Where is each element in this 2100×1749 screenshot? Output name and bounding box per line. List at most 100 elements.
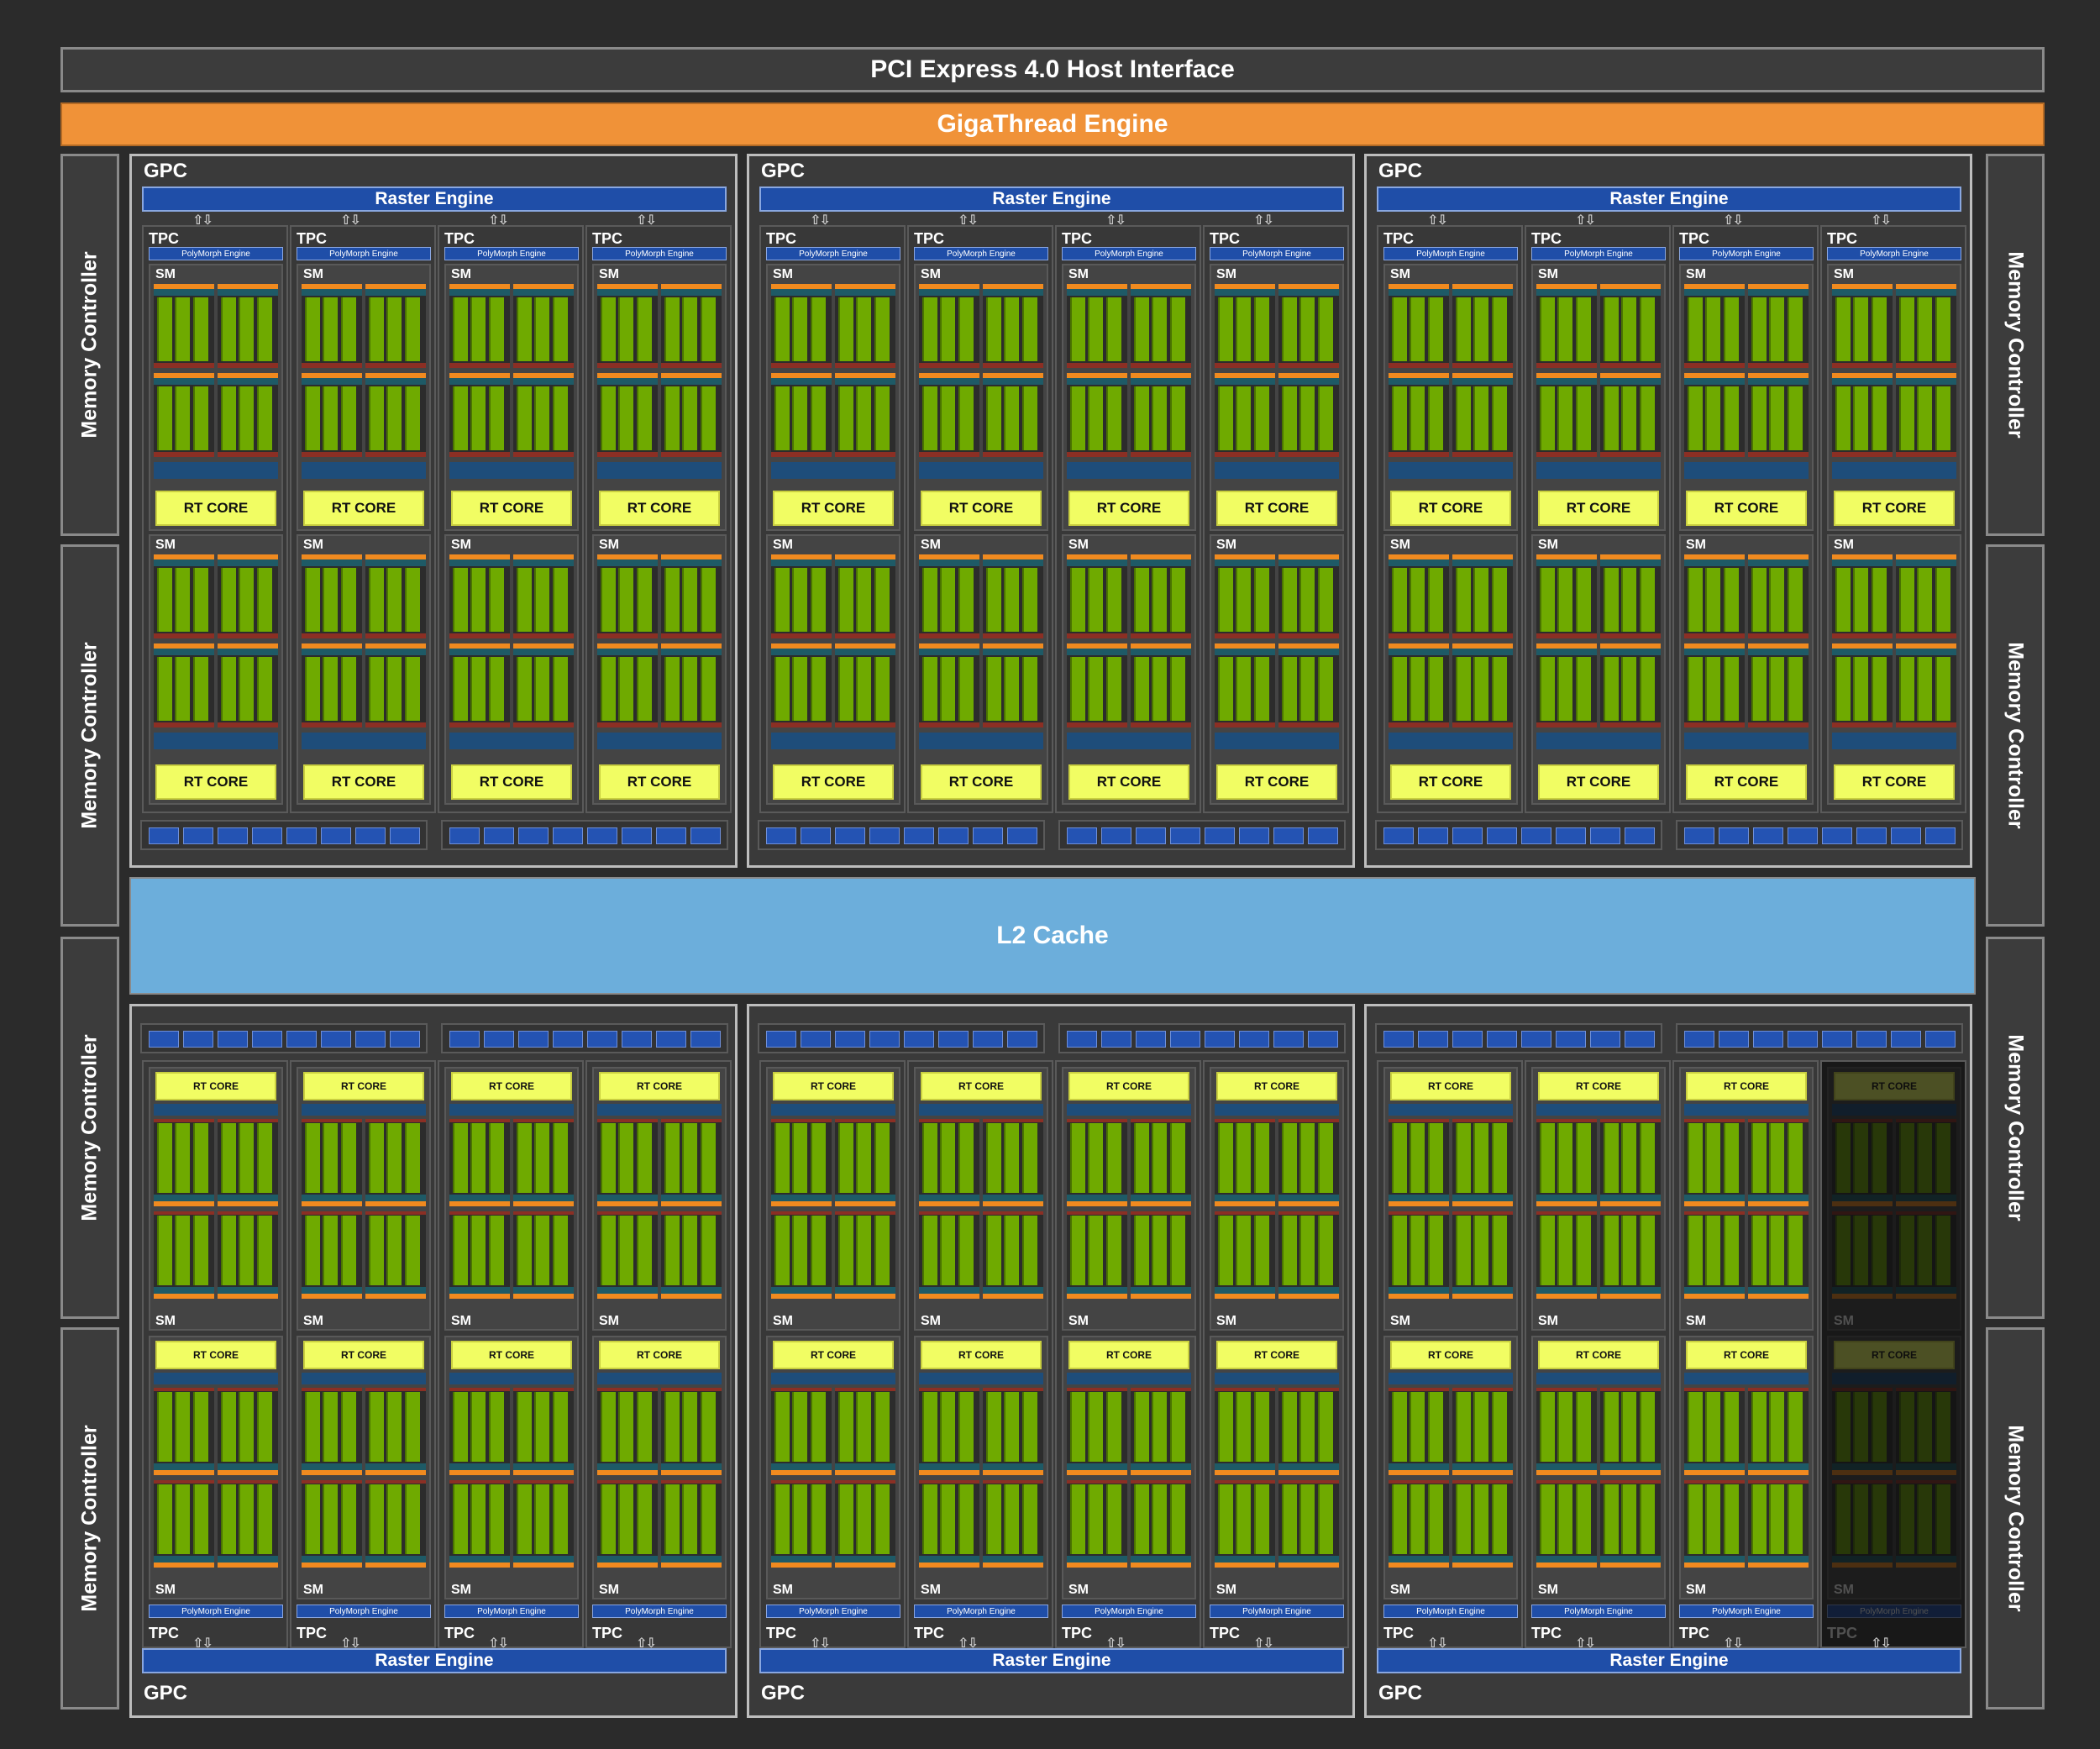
- processing-block-cuda-core: [700, 1123, 716, 1193]
- sm-label: SM: [155, 1314, 176, 1328]
- texture-units: [154, 1104, 278, 1116]
- processing-block-cuda-core: [792, 657, 808, 721]
- processing-block-strip: [1278, 559, 1339, 566]
- processing-block-cuda-core: [1004, 1216, 1020, 1285]
- processing-block-cuda-core: [986, 386, 1001, 450]
- processing-block: [1215, 554, 1275, 638]
- processing-block: [1452, 643, 1513, 727]
- rt-core: RT CORE: [155, 491, 276, 526]
- texture-units: [449, 462, 574, 479]
- processing-block-cuda-core: [618, 568, 634, 632]
- processing-block: [449, 554, 510, 638]
- rop-unit: [286, 1031, 317, 1048]
- processing-block-strip: [218, 378, 278, 385]
- texture-units: [302, 1373, 426, 1384]
- rop-unit: [1753, 827, 1783, 844]
- processing-block-strip: [835, 1195, 895, 1201]
- processing-block-strip: [1452, 1294, 1513, 1299]
- processing-block-cuda-core: [1152, 1216, 1168, 1285]
- rt-core: RT CORE: [451, 1341, 572, 1369]
- rop-unit: [518, 1031, 549, 1048]
- processing-block-cuda-core: [1134, 568, 1149, 632]
- processing-block: [835, 1119, 895, 1206]
- processing-block-strip: [1536, 1195, 1597, 1201]
- processing-block-cuda-core: [1751, 657, 1767, 721]
- processing-block-cuda-core: [1070, 657, 1085, 721]
- processing-block-cuda-core: [838, 386, 853, 450]
- processing-block-strip: [597, 1287, 658, 1294]
- rop-unit: [766, 827, 796, 844]
- processing-block-strip: [1748, 1119, 1809, 1122]
- sm: SM RT CORE: [1383, 534, 1518, 805]
- processing-block: [154, 1119, 214, 1206]
- rop-unit: [1788, 1031, 1818, 1048]
- tpc-label: TPC: [592, 230, 622, 247]
- processing-block: [513, 643, 574, 727]
- processing-block-cuda-core: [792, 568, 808, 632]
- tpc-label: TPC: [1531, 1625, 1562, 1641]
- processing-block-cuda-core: [1899, 386, 1914, 450]
- processing-block-strip: [1684, 1211, 1745, 1215]
- processing-block-cuda-core: [1705, 1484, 1721, 1554]
- processing-block-strip: [1215, 1388, 1275, 1391]
- processing-block-strip: [835, 1119, 895, 1122]
- processing-block-strip: [1536, 1470, 1597, 1475]
- processing-block-cuda-core: [1134, 657, 1149, 721]
- processing-block-strip: [1131, 1563, 1191, 1568]
- tpc-label: TPC: [1062, 230, 1092, 247]
- processing-block-strip: [597, 378, 658, 385]
- processing-block-cuda-core: [940, 1484, 956, 1554]
- processing-block-cuda-core: [305, 1484, 320, 1554]
- rop-unit: [1452, 827, 1483, 844]
- processing-block-strip: [302, 1388, 362, 1391]
- processing-block-cuda-core: [1575, 386, 1591, 450]
- processing-block-strip: [1452, 452, 1513, 457]
- processing-block-strip: [449, 1294, 510, 1299]
- processing-block-cuda-core: [1253, 568, 1269, 632]
- tpc: RT CORESMRT CORESMPolyMorph EngineTPC: [290, 1060, 436, 1648]
- processing-block-strip: [597, 452, 658, 457]
- processing-block-strip: [1131, 1556, 1191, 1563]
- processing-block-cuda-core: [682, 1216, 698, 1285]
- sm-label: SM: [1068, 1583, 1089, 1597]
- rop-unit: [1822, 827, 1852, 844]
- processing-block-cuda-core: [1621, 1484, 1637, 1554]
- processing-block-cuda-core: [1575, 1392, 1591, 1462]
- rop-unit: [449, 1031, 480, 1048]
- processing-block-cuda-core: [1557, 1484, 1573, 1554]
- processing-block-cuda-core: [239, 1123, 255, 1193]
- processing-block-cuda-core: [534, 568, 550, 632]
- processing-block-cuda-core: [922, 1392, 937, 1462]
- processing-block-cuda-core: [1473, 1216, 1489, 1285]
- rop-unit: [183, 1031, 213, 1048]
- polymorph-engine: PolyMorph Engine: [592, 1605, 727, 1618]
- processing-block-cuda-core: [386, 657, 402, 721]
- processing-block-cuda-core: [958, 1123, 974, 1193]
- processing-block-cuda-core: [1427, 568, 1443, 632]
- processing-block-cuda-core: [517, 1392, 532, 1462]
- processing-block-cuda-core: [1317, 1123, 1333, 1193]
- processing-block-cuda-core: [1410, 1216, 1425, 1285]
- processing-block-cuda-core: [1604, 1392, 1619, 1462]
- rop-unit: [622, 827, 652, 844]
- processing-block-cuda-core: [369, 297, 384, 361]
- processing-block-strip: [1896, 559, 1956, 566]
- processing-block: [218, 554, 278, 638]
- processing-block: [1131, 554, 1191, 638]
- processing-block-strip: [1278, 1287, 1339, 1294]
- processing-block: [597, 554, 658, 638]
- processing-block-strip: [835, 1201, 895, 1206]
- processing-block-strip: [513, 1563, 574, 1568]
- processing-block-cuda-core: [1427, 1216, 1443, 1285]
- rt-core: RT CORE: [155, 1072, 276, 1100]
- processing-block-cuda-core: [922, 657, 937, 721]
- processing-block-cuda-core: [1456, 297, 1471, 361]
- processing-block-cuda-core: [1604, 1216, 1619, 1285]
- processing-block-strip: [449, 289, 510, 296]
- processing-block-strip: [1600, 378, 1661, 385]
- processing-block-strip: [1748, 1211, 1809, 1215]
- texture-units: [1215, 462, 1339, 479]
- processing-block-strip: [365, 452, 426, 457]
- processing-block-cuda-core: [1169, 568, 1185, 632]
- processing-block-cuda-core: [1410, 1484, 1425, 1554]
